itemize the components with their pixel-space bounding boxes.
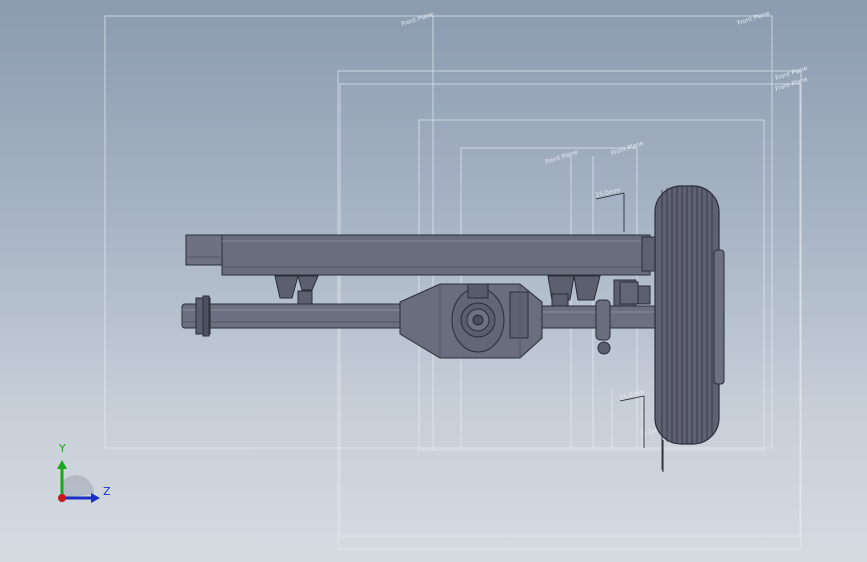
model-scene[interactable]: Front Plane Front Plane Front Plane Fron… [0, 0, 867, 562]
wheel-tire[interactable] [654, 185, 725, 472]
plane-label[interactable]: Front Plane [400, 11, 434, 28]
triad-y-label: Y [59, 442, 66, 455]
differential-housing[interactable] [399, 283, 543, 359]
view-orientation-triad[interactable]: Y Z [52, 442, 122, 510]
plane-label[interactable]: Front Plane [610, 140, 644, 157]
graphics-viewport[interactable]: Front Plane Front Plane Front Plane Fron… [0, 0, 867, 562]
dimension-label[interactable]: 15.0mm [619, 389, 645, 401]
frame-rail[interactable] [185, 234, 659, 276]
triad-z-label: Z [103, 485, 111, 498]
plane-label[interactable]: Front Plane [544, 149, 578, 166]
dimension-label[interactable]: 15.0mm [595, 187, 621, 199]
plane-label[interactable]: Front Plane [736, 10, 770, 27]
